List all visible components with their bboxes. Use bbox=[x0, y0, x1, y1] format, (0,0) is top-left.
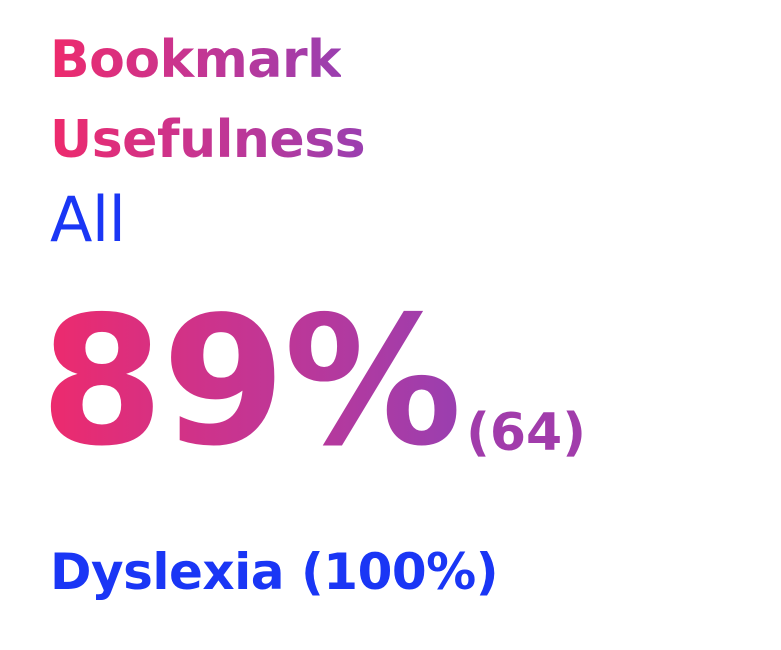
percentage-value: 89% bbox=[40, 278, 462, 485]
subgroup-stat: Dyslexia (100%) bbox=[50, 543, 499, 601]
stat-card: Bookmark Usefulness All 89% (64) Dyslexi… bbox=[0, 0, 781, 650]
metric-row: 89% (64) bbox=[40, 282, 586, 482]
response-count: (64) bbox=[466, 403, 586, 463]
segment-label: All bbox=[50, 183, 126, 256]
card-title: Bookmark Usefulness bbox=[50, 20, 366, 180]
title-line-1: Bookmark bbox=[50, 20, 342, 100]
title-line-2: Usefulness bbox=[50, 100, 366, 180]
